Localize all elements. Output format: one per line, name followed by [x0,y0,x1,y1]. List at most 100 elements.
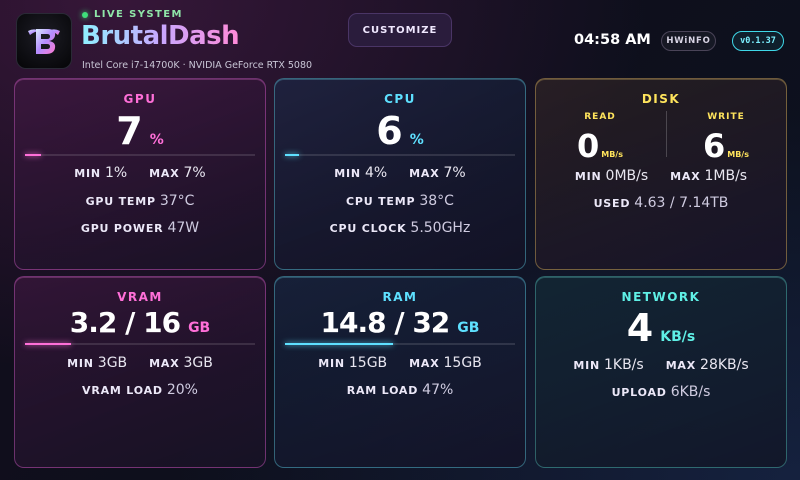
live-status: LIVE SYSTEM [82,9,183,20]
cpu-card: CPU 6% MIN 4% MAX 7% CPU TEMP 38°C CPU CLOCK… [274,78,526,270]
disk-read-label: READ [584,112,616,122]
vram-load-label: VRAM LOAD [82,384,163,397]
gpu-usage-unit: % [149,132,164,148]
customize-button[interactable]: CUSTOMIZE [348,13,452,47]
cpu-usage-bar-fill [285,154,299,156]
disk-read-unit: MB/s [601,150,623,159]
gpu-temp: GPU TEMP 37°C [15,193,265,209]
ram-usage-bar [285,343,515,345]
vram-load-value: 20% [166,382,198,398]
disk-used: USED 4.63 / 7.14TB [536,195,786,211]
vram-usage: 3.2 / 16 GB [15,306,265,339]
cpu-minmax: MIN 4% MAX 7% [275,165,525,181]
disk-max-value: 1MB/s [704,168,748,184]
vram-title: VRAM [117,290,163,304]
ram-min-value: 15GB [348,355,388,371]
hardware-info: Intel Core i7-14700K · NVIDIA GeForce RT… [82,60,313,71]
ram-usage-value: 14.8 / 32 [320,306,451,339]
gpu-usage: 7% [15,109,265,153]
ram-load: RAM LOAD 47% [275,382,525,398]
cpu-min-value: 4% [364,165,388,181]
vram-max-label: MAX [149,357,180,370]
cpu-usage-value: 6 [376,109,402,153]
cpu-clock-label: CPU CLOCK [329,222,407,235]
gpu-power: GPU POWER 47W [15,220,265,236]
disk-read: 0 MB/s [555,127,645,165]
disk-divider [666,111,667,157]
ram-load-value: 47% [422,382,454,398]
ram-usage-unit: GB [457,320,480,336]
network-usage-unit: KB/s [660,329,696,345]
ram-minmax: MIN 15GB MAX 15GB [275,355,525,371]
hwinfo-badge[interactable]: HWiNFO [661,31,716,51]
disk-minmax: MIN 0MB/s MAX 1MB/s [536,168,786,184]
gpu-min-value: 1% [104,165,128,181]
app-logo [16,13,72,69]
ram-title: RAM [382,290,418,304]
cpu-usage: 6% [275,109,525,153]
gpu-minmax: MIN 1% MAX 7% [15,165,265,181]
cpu-usage-unit: % [409,132,424,148]
cpu-title: CPU [384,92,416,106]
vram-usage-value: 3.2 / 16 [69,306,181,339]
vram-usage-bar-fill [25,343,71,345]
gpu-max-label: MAX [149,167,180,180]
gpu-card: GPU 7% MIN 1% MAX 7% GPU TEMP 37°C GPU POWER… [14,78,266,270]
cpu-max-value: 7% [443,165,466,181]
cpu-clock-value: 5.50GHz [410,220,471,236]
clock: 04:58 AM [574,32,651,48]
vram-min-label: MIN [67,357,94,370]
disk-max-label: MAX [670,170,701,183]
gpu-max-value: 7% [183,165,206,181]
disk-write-unit: MB/s [727,150,749,159]
cpu-max-label: MAX [409,167,440,180]
app-title: BrutalDash [81,21,240,51]
network-max-label: MAX [665,359,697,372]
disk-used-label: USED [593,197,631,210]
gpu-usage-bar-fill [25,154,42,156]
vram-minmax: MIN 3GB MAX 3GB [15,355,265,371]
disk-read-value: 0 [576,127,600,165]
network-title: NETWORK [621,290,701,304]
gpu-title: GPU [123,92,157,106]
disk-min-value: 0MB/s [605,168,649,184]
network-upload-value: 6KB/s [670,384,711,400]
vram-min-value: 3GB [97,355,128,371]
network-upload: UPLOAD 6KB/s [536,384,786,400]
brutaldash-logo-icon [28,29,60,54]
gpu-min-label: MIN [74,167,101,180]
cpu-min-label: MIN [334,167,361,180]
live-label: LIVE SYSTEM [94,9,183,20]
cpu-temp-value: 38°C [419,193,454,209]
ram-card: RAM 14.8 / 32 GB MIN 15GB MAX 15GB RAM LOAD 4… [274,276,526,468]
version-badge: v0.1.37 [732,31,784,51]
vram-usage-unit: GB [188,320,211,336]
gpu-usage-bar [25,154,255,156]
vram-load: VRAM LOAD 20% [15,382,265,398]
disk-card: DISK READ WRITE 0 MB/s 6 MB/s MIN 0MB/s MAX 1… [535,78,787,270]
disk-write: 6 MB/s [681,127,771,165]
network-usage: 4 KB/s [536,306,786,350]
network-usage-value: 4 [626,306,653,350]
disk-write-label: WRITE [707,112,745,122]
disk-min-label: MIN [574,170,602,183]
disk-write-value: 6 [702,127,726,165]
cpu-temp: CPU TEMP 38°C [275,193,525,209]
cpu-usage-bar [285,154,515,156]
disk-used-value: 4.63 / 7.14TB [634,195,729,211]
gpu-power-label: GPU POWER [80,222,164,235]
network-max-value: 28KB/s [700,357,749,373]
vram-usage-bar [25,343,255,345]
gpu-usage-value: 7 [116,109,142,153]
network-min-value: 1KB/s [603,357,644,373]
cpu-clock: CPU CLOCK 5.50GHz [275,220,525,236]
disk-title: DISK [641,92,681,106]
ram-max-value: 15GB [443,355,482,371]
ram-min-label: MIN [318,357,345,370]
ram-usage-bar-fill [285,343,394,345]
network-minmax: MIN 1KB/s MAX 28KB/s [536,357,786,373]
gpu-power-value: 47W [167,220,200,236]
vram-card: VRAM 3.2 / 16 GB MIN 3GB MAX 3GB VRAM LOAD 20… [14,276,266,468]
ram-load-label: RAM LOAD [346,384,419,397]
vram-max-value: 3GB [183,355,213,371]
